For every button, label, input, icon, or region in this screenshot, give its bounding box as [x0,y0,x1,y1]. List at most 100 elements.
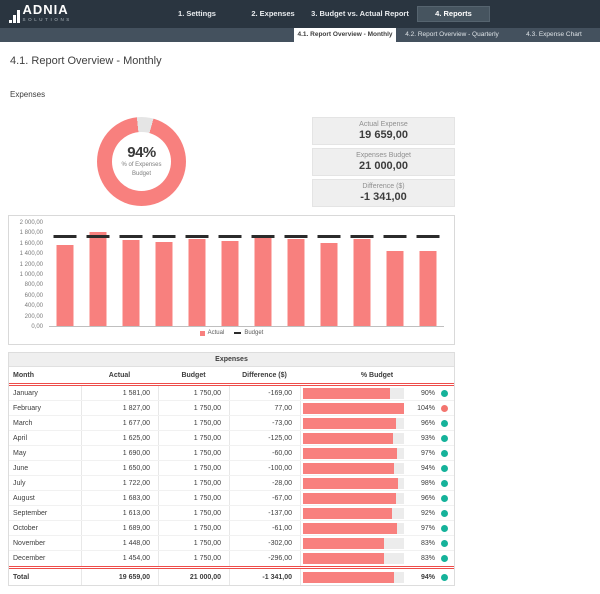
pct-bar-fill [303,463,394,474]
pct-bar-track [303,523,404,534]
actual-bar [156,242,173,326]
cell-budget: 1 750,00 [158,551,229,566]
pct-bar-track [303,433,404,444]
cell-month: April [9,435,81,442]
chart-bar-group-march [115,223,148,326]
chart-bar-group-august [279,223,312,326]
budget-tick-marker [317,235,340,238]
nav-tab-reports-active[interactable]: 4. Reports [417,6,490,22]
cell-month: October [9,525,81,532]
cell-actual: 1 581,00 [81,386,158,400]
status-dot-green-icon [441,390,448,397]
kpi-stats: Actual Expense 19 659,00 Expenses Budget… [312,117,455,210]
brand-logo: ADNIA SOLUTIONS [9,3,72,23]
y-axis-label: 800,00 [25,282,43,288]
legend-label: Actual [208,330,225,336]
y-axis-label: 1 800,00 [20,230,43,236]
chart-bar-group-february [82,223,115,326]
y-axis-label: 1 600,00 [20,241,43,247]
table-row-september: September1 613,001 750,00-137,0092% [9,506,454,521]
chart-legend: Actual Budget [9,330,454,336]
cell-budget: 1 750,00 [158,386,229,400]
chart-bar-group-october [345,223,378,326]
column-header-pct-budget: % Budget [300,372,454,379]
pct-bar-fill [303,388,390,399]
cell-actual: 1 448,00 [81,536,158,550]
cell-actual: 1 722,00 [81,476,158,490]
pct-value-label: 83% [404,555,441,562]
pct-value-label: 96% [404,495,441,502]
budget-tick-marker [120,235,143,238]
cell-actual: 1 683,00 [81,491,158,505]
table-row-april: April1 625,001 750,00-125,0093% [9,431,454,446]
cell-budget: 1 750,00 [158,401,229,415]
chart-bar-group-november [378,223,411,326]
table-row-february: February1 827,001 750,0077,00104% [9,401,454,416]
stat-difference: Difference ($) -1 341,00 [312,179,455,207]
nav-tab-budget-vs-actual[interactable]: 3. Budget vs. Actual Report [311,0,409,28]
page-title: 4.1. Report Overview - Monthly [10,55,162,67]
nav-tab-settings[interactable]: 1. Settings [178,0,216,28]
actual-bar [419,251,436,326]
pct-bar-fill [303,553,384,564]
dashboard-page: ADNIA SOLUTIONS 1. Settings 2. Expenses … [0,0,600,594]
subtab-report-overview-monthly[interactable]: 4.1. Report Overview - Monthly [294,28,396,42]
pct-bar-track [303,538,404,549]
donut-caption-line1: % of Expenses [121,161,161,170]
table-row-march: March1 677,001 750,00-73,0096% [9,416,454,431]
cell-budget: 1 750,00 [158,491,229,505]
table-row-august: August1 683,001 750,00-67,00 96% [9,491,454,506]
cell-actual: 1 677,00 [81,416,158,430]
stat-value: -1 341,00 [313,191,454,203]
status-dot-red-icon [441,405,448,412]
cell-budget: 1 750,00 [158,416,229,430]
cell-budget: 1 750,00 [158,506,229,520]
donut-percent-value: 94% [127,144,156,161]
cell-month: December [9,555,81,562]
chart-plot-area [49,223,444,327]
pct-value-label: 90% [404,390,441,397]
cell-month: Total [9,574,81,581]
table-row-june: June1 650,001 750,00-100,0094% [9,461,454,476]
chart-bar-group-january [49,223,82,326]
cell-pct-budget: 96% [300,416,454,430]
actual-bar [57,245,74,326]
status-dot-green-icon [441,420,448,427]
pct-bar-fill [303,418,396,429]
actual-bar [189,239,206,326]
cell-budget: 1 750,00 [158,521,229,535]
cell-difference: -169,00 [229,386,300,400]
actual-bar [320,243,337,326]
cell-difference: -1 341,00 [229,569,300,585]
brand-name: ADNIA [23,3,72,16]
nav-tab-expenses[interactable]: 2. Expenses [251,0,294,28]
cell-pct-budget: 97% [300,521,454,535]
cell-budget: 1 750,00 [158,431,229,445]
cell-pct-budget: 94% [300,461,454,475]
cell-difference: -67,00 [229,491,300,505]
cell-difference: -302,00 [229,536,300,550]
chart-bar-group-september [312,223,345,326]
y-axis-label: 600,00 [25,293,43,299]
table-header-row: Month Actual Budget Difference ($) % Bud… [9,367,454,383]
pct-value-label: 92% [404,510,441,517]
pct-bar-fill [303,448,397,459]
subtab-report-overview-quarterly[interactable]: 4.2. Report Overview - Quarterly [396,28,508,42]
cell-pct-budget: 97% [300,446,454,460]
top-navbar: ADNIA SOLUTIONS 1. Settings 2. Expenses … [0,0,600,28]
expenses-section-label: Expenses [10,90,45,99]
cell-month: March [9,420,81,427]
cell-pct-budget: 93% [300,431,454,445]
table-row-october: October1 689,001 750,00-61,0097% [9,521,454,536]
status-dot-green-icon [441,435,448,442]
status-dot-green-icon [441,465,448,472]
cell-pct-budget: 96% [300,491,454,505]
budget-tick-marker [87,235,110,238]
status-dot-green-icon [441,540,448,547]
actual-bar [123,240,140,326]
stat-value: 21 000,00 [313,160,454,172]
subtab-expense-chart[interactable]: 4.3. Expense Chart [508,28,600,42]
cell-month: August [9,495,81,502]
status-dot-green-icon [441,450,448,457]
actual-bar [287,239,304,326]
